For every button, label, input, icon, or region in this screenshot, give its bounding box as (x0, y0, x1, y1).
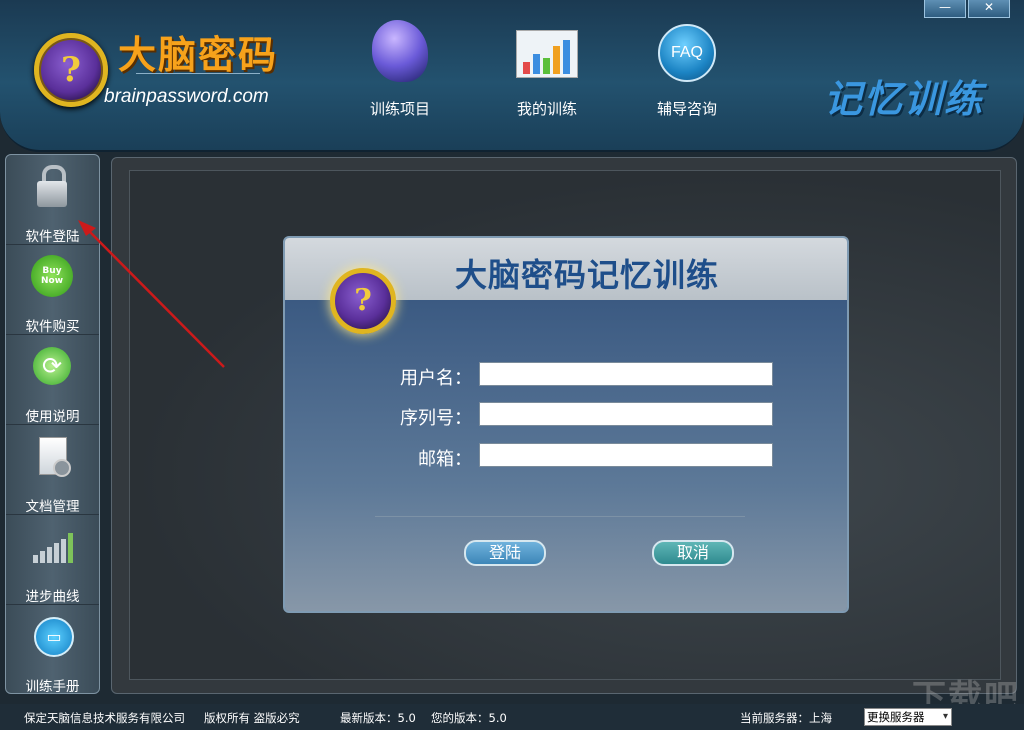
serial-input[interactable] (479, 402, 773, 426)
book-icon: ▭ (34, 617, 74, 657)
nav-my-training[interactable]: 我的训练 (492, 20, 602, 130)
bar-chart-icon (515, 30, 579, 94)
your-version: 您的版本：5.0 (431, 711, 507, 725)
status-bar: 保定天脑信息技术服务有限公司 版权所有 盗版必究 最新版本：5.0 您的版本：5… (0, 704, 1024, 730)
sidebar-item-progress[interactable]: 进步曲线 (6, 515, 99, 605)
nav-label: 训练项目 (369, 100, 430, 118)
sidebar-item-label: 进步曲线 (25, 589, 80, 605)
progress-bars-icon (31, 525, 73, 567)
close-button[interactable]: ✕ (968, 0, 1010, 18)
chevron-down-icon: ▾ (942, 711, 948, 722)
latest-version: 最新版本：5.0 (340, 711, 416, 725)
server-select[interactable]: 更换服务器 ▾ (864, 708, 952, 726)
login-button[interactable]: 登陆 (464, 540, 546, 566)
serial-label: 序列号： (400, 408, 472, 429)
minimize-button[interactable]: — (924, 0, 966, 18)
nav-label: 我的训练 (516, 100, 577, 118)
sidebar-item-label: 使用说明 (25, 409, 80, 425)
dialog-body: 用户名： 序列号： 邮箱： 登陆 取消 (285, 300, 847, 611)
buy-now-icon: Buy Now (31, 255, 73, 297)
sidebar-item-label: 软件登陆 (25, 229, 80, 245)
current-server: 当前服务器：上海 (740, 711, 832, 725)
sidebar: 软件登陆 Buy Now 软件购买 ⟳ 使用说明 文档管理 进步曲线 ▭ 训练手… (5, 154, 100, 695)
dialog-title: 大脑密码记忆训练 (455, 256, 720, 294)
app-header: — ✕ ? 大脑密码 brainpassword.com 训练项目 我的训练 F… (0, 0, 1024, 152)
dialog-divider (375, 516, 745, 517)
username-input[interactable] (479, 362, 773, 386)
sidebar-item-purchase[interactable]: Buy Now 软件购买 (6, 245, 99, 335)
nav-training-projects[interactable]: 训练项目 (345, 20, 455, 130)
email-label: 邮箱： (418, 449, 472, 470)
company-name: 保定天脑信息技术服务有限公司 (24, 711, 185, 725)
sidebar-item-manual[interactable]: ▭ 训练手册 (6, 605, 99, 695)
window-controls: — ✕ (924, 0, 1010, 18)
cancel-button[interactable]: 取消 (652, 540, 734, 566)
sidebar-item-label: 文档管理 (25, 499, 80, 515)
sidebar-item-instructions[interactable]: ⟳ 使用说明 (6, 335, 99, 425)
document-gear-icon (31, 435, 73, 477)
faq-icon: FAQ (658, 24, 716, 82)
login-dialog: 大脑密码记忆训练 用户名： 序列号： 邮箱： 登陆 取消 ? (283, 236, 849, 613)
brand-name: 大脑密码 (118, 33, 279, 77)
username-label: 用户名： (400, 368, 472, 389)
brain-head-icon (368, 20, 432, 84)
sidebar-item-login[interactable]: 软件登陆 (6, 155, 99, 245)
nav-consulting[interactable]: FAQ 辅导咨询 (632, 20, 742, 130)
copyright-text: 版权所有 盗版必究 (204, 711, 300, 725)
lock-users-icon (31, 165, 73, 207)
refresh-icon: ⟳ (33, 347, 71, 385)
header-title: 记忆训练 (823, 77, 984, 121)
nav-label: 辅导咨询 (656, 100, 717, 118)
email-input[interactable] (479, 443, 773, 467)
brand-url: brainpassword.com (104, 86, 269, 107)
server-select-value: 更换服务器 (867, 710, 925, 724)
sidebar-item-label: 训练手册 (25, 679, 80, 695)
sidebar-item-documents[interactable]: 文档管理 (6, 425, 99, 515)
brand-divider (136, 73, 260, 74)
sidebar-item-label: 软件购买 (25, 319, 80, 335)
dialog-logo-icon: ? (330, 268, 396, 334)
brain-logo-icon: ? (34, 33, 108, 107)
